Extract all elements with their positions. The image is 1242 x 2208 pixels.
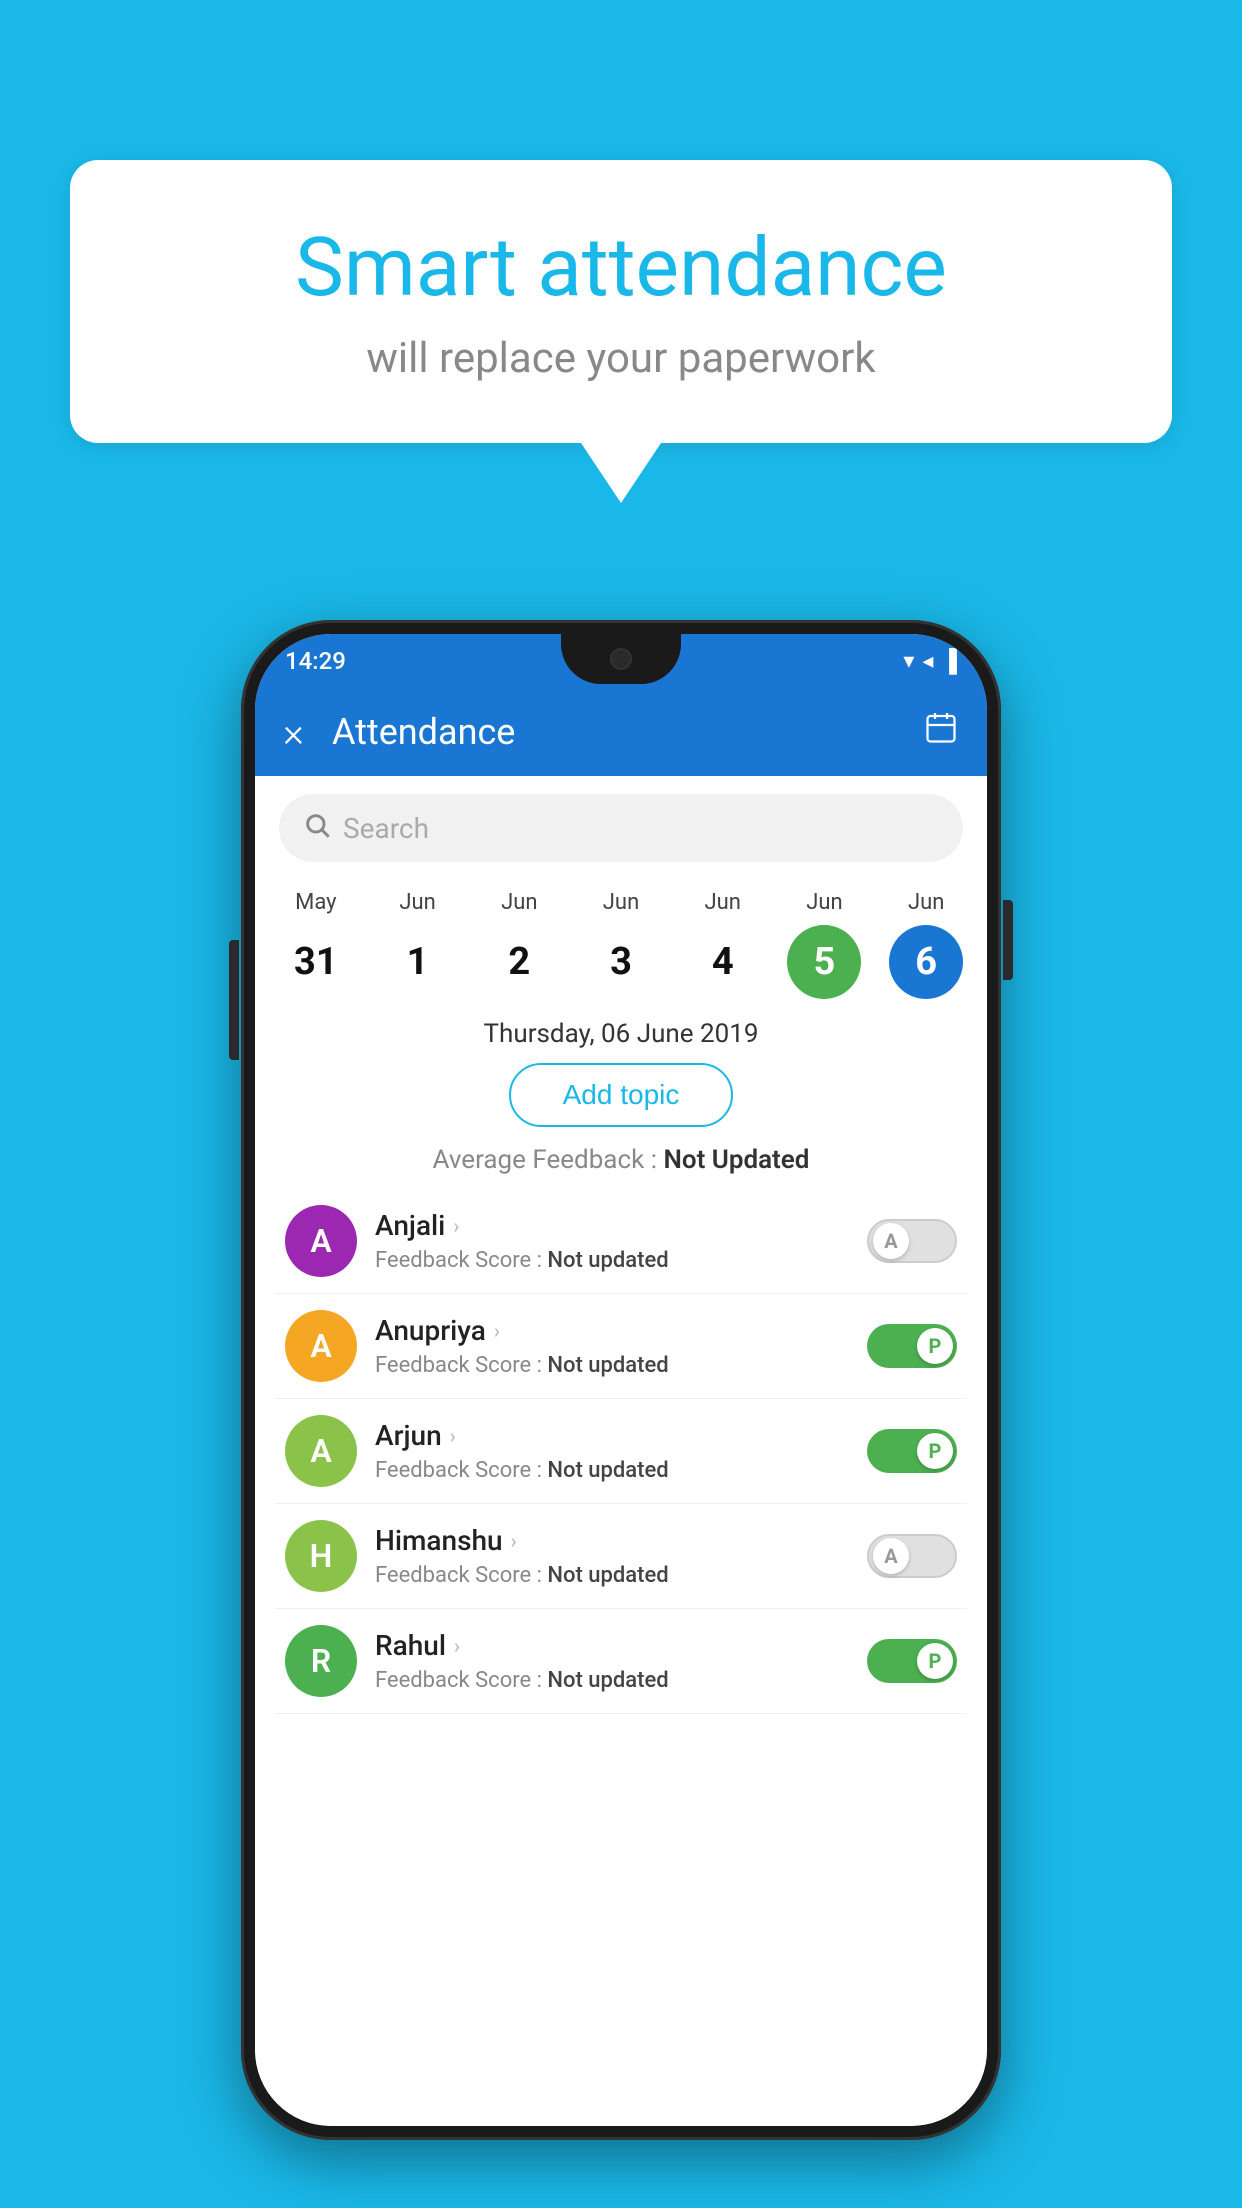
toggle-knob: P xyxy=(917,1643,953,1679)
chevron-icon: › xyxy=(453,1214,459,1238)
calendar-strip: May 31 Jun 1 Jun 2 Jun 3 Jun 4 Jun 5 Jun 6 xyxy=(255,872,987,1013)
phone-camera xyxy=(610,648,632,670)
day-month-label: May xyxy=(295,890,336,915)
signal-icon: ◂ xyxy=(922,649,933,674)
search-placeholder: Search xyxy=(343,812,939,845)
chevron-icon: › xyxy=(450,1424,456,1448)
student-item[interactable]: H Himanshu › Feedback Score : Not updated A xyxy=(275,1504,967,1609)
day-month-label: Jun xyxy=(806,890,842,915)
student-info: Anupriya › Feedback Score : Not updated xyxy=(375,1314,849,1378)
day-number: 3 xyxy=(584,925,658,999)
attendance-toggle[interactable]: A xyxy=(867,1534,957,1578)
student-feedback: Feedback Score : Not updated xyxy=(375,1458,849,1483)
avg-feedback-label: Average Feedback : xyxy=(433,1145,657,1175)
phone-notch xyxy=(561,634,681,684)
toggle-knob: P xyxy=(917,1433,953,1469)
add-topic-button[interactable]: Add topic xyxy=(509,1063,734,1127)
attendance-toggle[interactable]: P xyxy=(867,1639,957,1683)
attendance-toggle[interactable]: P xyxy=(867,1324,957,1368)
speech-bubble-subtitle: will replace your paperwork xyxy=(140,334,1102,383)
student-item[interactable]: A Arjun › Feedback Score : Not updated P xyxy=(275,1399,967,1504)
toggle-knob: A xyxy=(873,1223,909,1259)
day-month-label: Jun xyxy=(603,890,639,915)
status-time: 14:29 xyxy=(285,647,346,675)
phone-frame: 14:29 ▾ ◂ ▐ × Attendance xyxy=(241,620,1001,2140)
student-item[interactable]: A Anjali › Feedback Score : Not updated A xyxy=(275,1189,967,1294)
phone-screen: 14:29 ▾ ◂ ▐ × Attendance xyxy=(255,634,987,2126)
student-feedback: Feedback Score : Not updated xyxy=(375,1353,849,1378)
student-avatar: H xyxy=(285,1520,357,1592)
student-avatar: R xyxy=(285,1625,357,1697)
day-month-label: Jun xyxy=(705,890,741,915)
phone-container: 14:29 ▾ ◂ ▐ × Attendance xyxy=(241,620,1001,2140)
student-list: AAnjali ›Feedback Score : Not updatedAAA… xyxy=(255,1189,987,1714)
student-info: Arjun › Feedback Score : Not updated xyxy=(375,1419,849,1483)
student-name: Rahul › xyxy=(375,1629,849,1662)
calendar-day[interactable]: Jun 2 xyxy=(468,886,570,1003)
student-avatar: A xyxy=(285,1310,357,1382)
day-number: 1 xyxy=(381,925,455,999)
speech-bubble-container: Smart attendance will replace your paper… xyxy=(70,160,1172,503)
day-number: 6 xyxy=(889,925,963,999)
student-name: Himanshu › xyxy=(375,1524,849,1557)
toggle-knob: A xyxy=(873,1538,909,1574)
calendar-day[interactable]: Jun 5 xyxy=(774,886,876,1003)
app-header: × Attendance xyxy=(255,688,987,776)
chevron-icon: › xyxy=(454,1634,460,1658)
student-item[interactable]: R Rahul › Feedback Score : Not updated P xyxy=(275,1609,967,1714)
calendar-day[interactable]: Jun 4 xyxy=(672,886,774,1003)
student-avatar: A xyxy=(285,1205,357,1277)
attendance-toggle[interactable]: P xyxy=(867,1429,957,1473)
student-feedback: Feedback Score : Not updated xyxy=(375,1563,849,1588)
wifi-icon: ▾ xyxy=(903,649,914,674)
student-info: Rahul › Feedback Score : Not updated xyxy=(375,1629,849,1693)
day-number: 2 xyxy=(482,925,556,999)
student-avatar: A xyxy=(285,1415,357,1487)
search-icon xyxy=(303,811,331,846)
student-name: Anjali › xyxy=(375,1209,849,1242)
speech-bubble: Smart attendance will replace your paper… xyxy=(70,160,1172,443)
student-name: Arjun › xyxy=(375,1419,849,1452)
day-month-label: Jun xyxy=(399,890,435,915)
speech-bubble-title: Smart attendance xyxy=(140,220,1102,316)
app-title: Attendance xyxy=(332,711,923,753)
student-feedback: Feedback Score : Not updated xyxy=(375,1668,849,1693)
app-content: Search May 31 Jun 1 Jun 2 Jun 3 Jun 4 Jun 5 Jun 6 Thu… xyxy=(255,776,987,2126)
avg-feedback-value: Not Updated xyxy=(663,1145,809,1175)
battery-icon: ▐ xyxy=(941,648,957,674)
calendar-button[interactable] xyxy=(923,710,959,754)
student-info: Anjali › Feedback Score : Not updated xyxy=(375,1209,849,1273)
day-month-label: Jun xyxy=(908,890,944,915)
close-button[interactable]: × xyxy=(283,709,304,756)
day-number: 4 xyxy=(686,925,760,999)
search-bar[interactable]: Search xyxy=(279,794,963,862)
day-month-label: Jun xyxy=(501,890,537,915)
calendar-day[interactable]: May 31 xyxy=(265,886,367,1003)
student-item[interactable]: A Anupriya › Feedback Score : Not updated P xyxy=(275,1294,967,1399)
student-name: Anupriya › xyxy=(375,1314,849,1347)
student-feedback: Feedback Score : Not updated xyxy=(375,1248,849,1273)
attendance-toggle[interactable]: A xyxy=(867,1219,957,1263)
chevron-icon: › xyxy=(494,1319,500,1343)
calendar-day[interactable]: Jun 3 xyxy=(570,886,672,1003)
student-info: Himanshu › Feedback Score : Not updated xyxy=(375,1524,849,1588)
average-feedback: Average Feedback : Not Updated xyxy=(255,1145,987,1175)
toggle-knob: P xyxy=(917,1328,953,1364)
calendar-day[interactable]: Jun 6 xyxy=(875,886,977,1003)
selected-date-label: Thursday, 06 June 2019 xyxy=(255,1019,987,1049)
day-number: 31 xyxy=(279,925,353,999)
status-icons: ▾ ◂ ▐ xyxy=(903,648,957,674)
calendar-day[interactable]: Jun 1 xyxy=(367,886,469,1003)
speech-bubble-arrow xyxy=(581,443,661,503)
chevron-icon: › xyxy=(511,1529,517,1553)
day-number: 5 xyxy=(787,925,861,999)
